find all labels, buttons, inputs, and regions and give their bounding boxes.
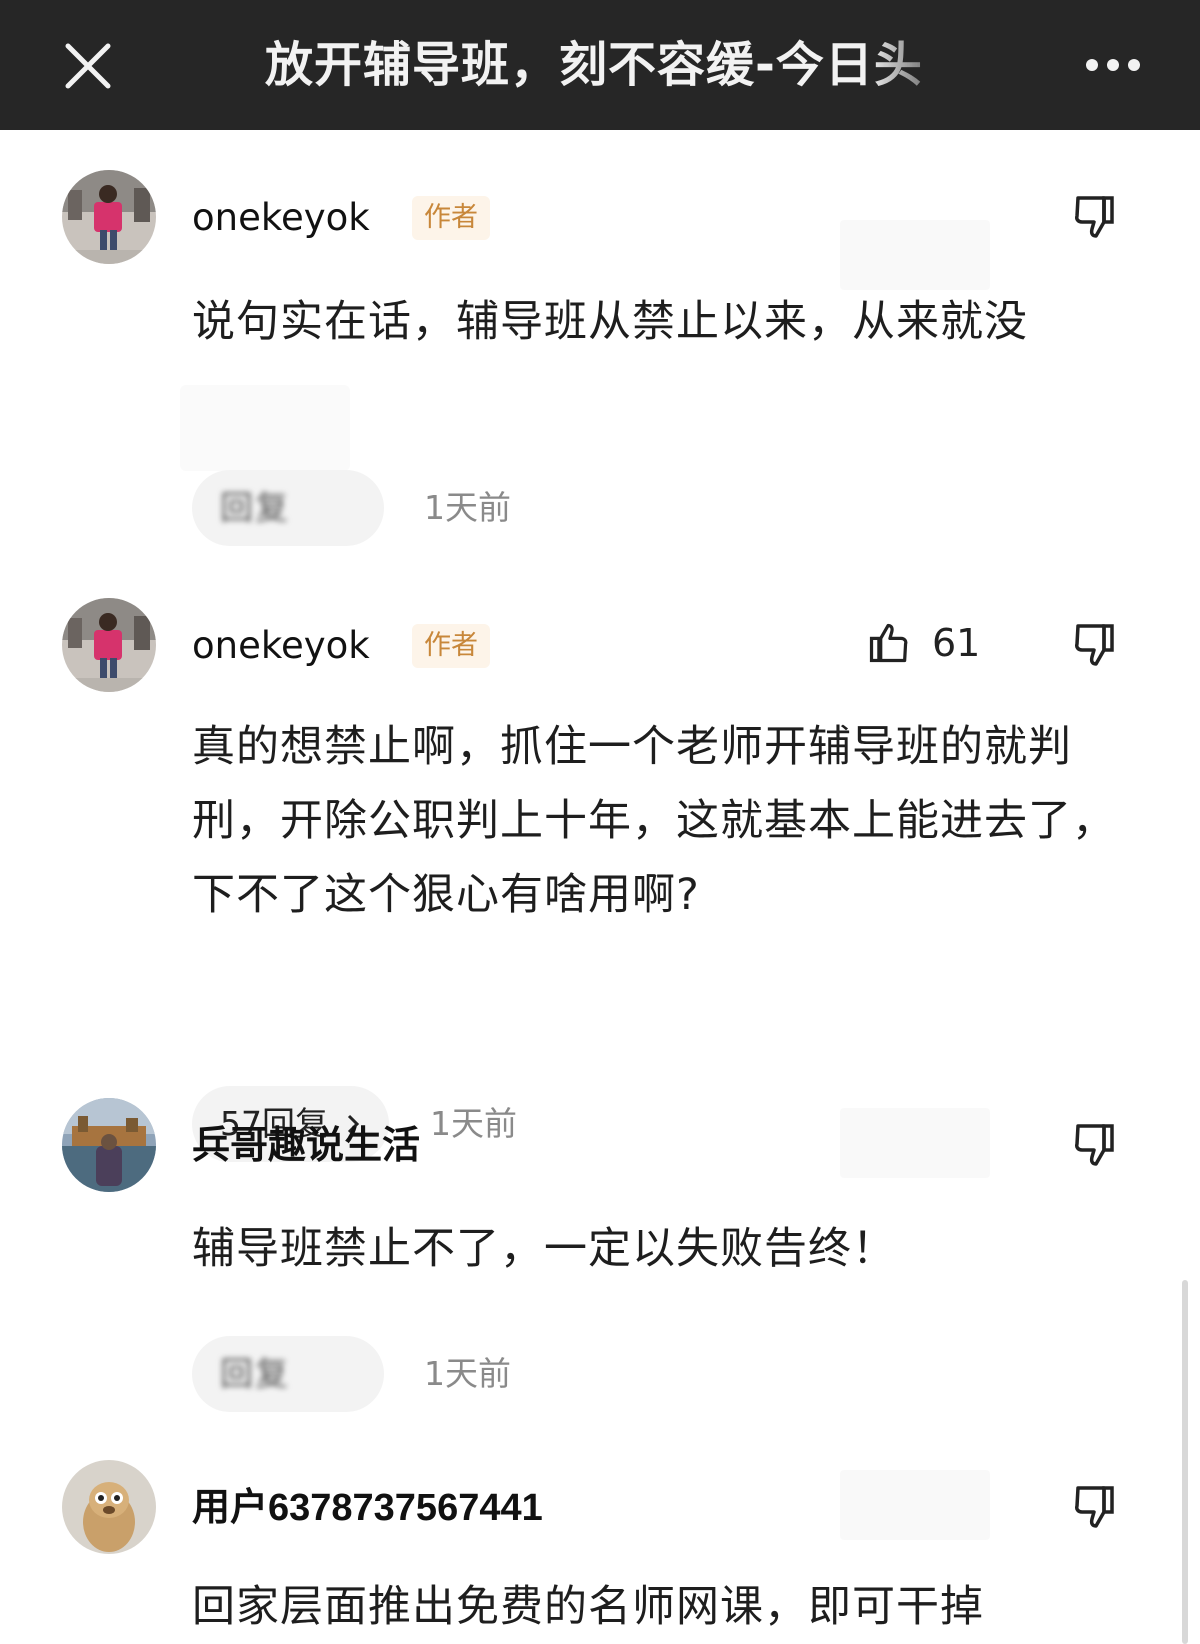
more-icon [1086, 59, 1140, 71]
hidden-like-area [840, 1108, 990, 1178]
top-navigation-bar: 放开辅导班，刻不容缓-今日头 [0, 0, 1200, 130]
close-icon [65, 43, 111, 89]
reply-button[interactable]: 回复 [192, 1336, 384, 1412]
scrollbar[interactable] [1182, 1280, 1188, 1644]
author-badge: 作者 [412, 196, 490, 240]
avatar[interactable] [62, 1098, 156, 1192]
comment-item: onekeyok 作者 说句实在话，辅导班从禁止以来，从来就没 回复 1天前 [0, 170, 1200, 570]
comment-text: 辅导班禁止不了，一定以失败告终！ [192, 1224, 896, 1274]
reply-button-label: 回复 [220, 488, 290, 527]
username[interactable]: onekeyok [192, 616, 370, 676]
comment-text: 说句实在话，辅导班从禁止以来，从来就没 [192, 297, 1028, 347]
hidden-like-area [840, 220, 990, 290]
page-title: 放开辅导班，刻不容缓-今日头 [265, 37, 923, 93]
thumbs-down-icon [1075, 196, 1114, 238]
avatar[interactable] [62, 598, 156, 692]
like-count: 61 [932, 621, 981, 665]
comment-item: 用户6378737567441 回家层面推出免费的名师网课，即可干掉 [0, 1460, 1200, 1644]
avatar[interactable] [62, 1460, 156, 1554]
avatar[interactable] [62, 170, 156, 264]
close-button[interactable] [58, 36, 118, 96]
reply-button-label: 回复 [220, 1354, 290, 1393]
author-badge: 作者 [412, 624, 490, 668]
dislike-button[interactable] [1070, 192, 1120, 242]
username[interactable]: 兵哥趣说生活 [192, 1116, 420, 1176]
thumbs-down-icon [1075, 1486, 1114, 1528]
dislike-button[interactable] [1070, 620, 1120, 670]
comment-item: 兵哥趣说生活 辅导班禁止不了，一定以失败告终！ 回复 1天前 [0, 1098, 1200, 1478]
username[interactable]: onekeyok [192, 188, 370, 248]
username[interactable]: 用户6378737567441 [192, 1478, 543, 1538]
hidden-like-area [840, 1470, 990, 1540]
thumbs-up-icon [869, 623, 908, 663]
thumbs-down-icon [1075, 624, 1114, 666]
comment-item: onekeyok 作者 61 真的想禁止啊，抓住一个老师开辅导班的就判刑，开除公… [0, 598, 1200, 1162]
reply-button[interactable]: 回复 [192, 470, 384, 546]
dislike-button[interactable] [1070, 1120, 1120, 1170]
comment-text: 真的想禁止啊，抓住一个老师开辅导班的就判刑，开除公职判上十年，这就基本上能进去了… [192, 722, 1116, 920]
timestamp: 1天前 [424, 1354, 511, 1393]
avatar-image [62, 1098, 156, 1192]
comment-list[interactable]: onekeyok 作者 说句实在话，辅导班从禁止以来，从来就没 回复 1天前 o… [0, 130, 1200, 1644]
thumbs-down-icon [1075, 1124, 1114, 1166]
avatar-image [62, 598, 156, 692]
avatar-image [62, 1460, 156, 1554]
like-button[interactable] [866, 620, 912, 666]
more-options-button[interactable] [1078, 40, 1148, 90]
timestamp: 1天前 [424, 488, 511, 527]
comment-text: 回家层面推出免费的名师网课，即可干掉 [192, 1582, 984, 1632]
avatar-image [62, 170, 156, 264]
truncated-text-mask [180, 385, 350, 471]
dislike-button[interactable] [1070, 1482, 1120, 1532]
